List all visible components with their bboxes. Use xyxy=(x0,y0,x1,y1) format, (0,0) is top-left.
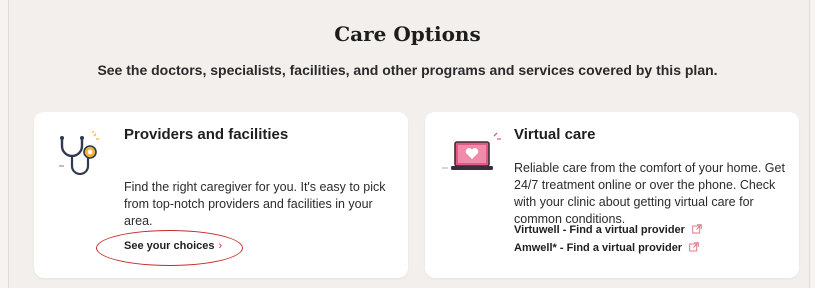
virtuwell-link[interactable]: Virtuwell - Find a virtual provider xyxy=(514,224,702,237)
virtuwell-link-label: Virtuwell - Find a virtual provider xyxy=(514,224,685,236)
providers-card-title: Providers and facilities xyxy=(124,126,289,143)
stethoscope-icon xyxy=(52,130,108,191)
external-link-icon xyxy=(692,224,702,237)
page-subtitle: See the doctors, specialists, facilities… xyxy=(97,62,718,78)
virtual-care-card-description: Reliable care from the comfort of your h… xyxy=(514,161,785,226)
virtual-care-card: Virtual care Reliable care from the comf… xyxy=(425,112,799,278)
page-title: Care Options xyxy=(334,22,481,46)
virtual-care-card-title: Virtual care xyxy=(514,126,596,143)
amwell-link-label: Amwell* - Find a virtual provider xyxy=(514,242,683,254)
highlight-circle xyxy=(96,230,243,266)
providers-card: Providers and facilities Find the right … xyxy=(34,112,408,278)
providers-card-description: Find the right caregiver for you. It's e… xyxy=(124,180,386,228)
amwell-link[interactable]: Amwell* - Find a virtual provider xyxy=(514,242,699,255)
laptop-heart-icon xyxy=(439,128,509,189)
external-link-icon xyxy=(689,242,699,255)
